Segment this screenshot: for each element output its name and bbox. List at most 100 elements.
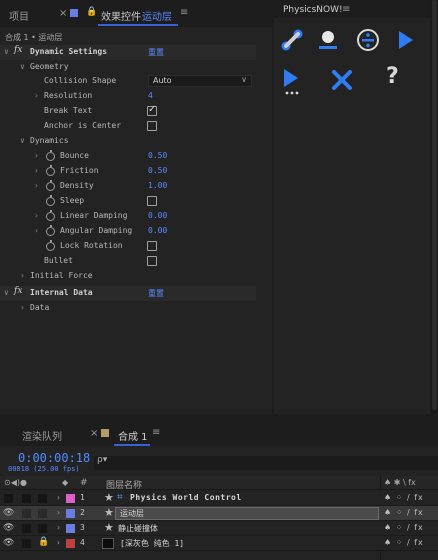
- eye-icon[interactable]: 👁: [3, 523, 14, 533]
- layer-row-2[interactable]: 👁 › 2 ★ 运动层 ♠ ⁘ / fx: [0, 506, 438, 521]
- audio-toggle[interactable]: [22, 524, 31, 533]
- stopwatch-icon[interactable]: [46, 150, 55, 161]
- layer-name-header[interactable]: 图层名称: [106, 478, 142, 491]
- lock-toggle[interactable]: [38, 509, 47, 518]
- search-icon[interactable]: ρ▾: [97, 455, 107, 465]
- lock-toggle[interactable]: [38, 524, 47, 533]
- label-color[interactable]: [66, 509, 75, 518]
- bounce-value[interactable]: 0.50: [148, 151, 167, 160]
- bullet-checkbox[interactable]: [147, 256, 157, 266]
- anchor-center-checkbox[interactable]: [147, 121, 157, 131]
- av-switches-header-icon[interactable]: ⊙◀)●: [4, 478, 27, 487]
- tab-composition[interactable]: 合成 1: [118, 428, 148, 443]
- break-text-checkbox[interactable]: [147, 104, 157, 116]
- divide-icon[interactable]: [354, 26, 382, 54]
- layer-switches[interactable]: ♠ ⁘ / fx: [384, 523, 424, 532]
- label-color[interactable]: [66, 494, 75, 503]
- layer-row-1[interactable]: › 1 ★ ⌗ Physics World Control ♠ ⁘ / fx: [0, 491, 438, 506]
- layer-switches[interactable]: ♠ ⁘ / fx: [384, 508, 424, 517]
- chevron-down-icon[interactable]: ∨: [20, 136, 25, 145]
- density-value[interactable]: 1.00: [148, 181, 167, 190]
- physicsnow-title[interactable]: PhysicsNOW!: [283, 5, 343, 15]
- chevron-right-icon[interactable]: ›: [56, 508, 61, 517]
- reset-button[interactable]: 重置: [148, 288, 164, 299]
- lock-toggle[interactable]: [38, 494, 47, 503]
- ground-icon[interactable]: [316, 26, 340, 54]
- chevron-right-icon[interactable]: ›: [20, 303, 25, 312]
- reset-button[interactable]: 重置: [148, 47, 164, 58]
- layer-name[interactable]: [深灰色 纯色 1]: [120, 538, 184, 549]
- layer-switches[interactable]: ♠ ⁘ / fx: [384, 538, 424, 547]
- sleep-checkbox[interactable]: [147, 196, 157, 206]
- label-color[interactable]: [66, 524, 75, 533]
- chevron-right-icon[interactable]: ›: [56, 523, 61, 532]
- chevron-right-icon[interactable]: ›: [34, 226, 39, 235]
- panel-menu-icon[interactable]: ≡: [152, 427, 160, 438]
- close-icon[interactable]: ×: [59, 8, 67, 19]
- initial-force-row[interactable]: › Initial Force: [0, 269, 256, 284]
- layer-row-4[interactable]: 👁 🔒 › 4 [深灰色 纯色 1] ♠ ⁘ / fx: [0, 536, 438, 551]
- lock-rotation-checkbox[interactable]: [147, 241, 157, 251]
- chevron-right-icon[interactable]: ›: [56, 493, 61, 502]
- chevron-right-icon[interactable]: ›: [20, 271, 25, 280]
- layer-name[interactable]: 运动层: [120, 508, 144, 519]
- video-toggle[interactable]: [4, 494, 13, 503]
- chevron-down-icon[interactable]: ∨: [20, 62, 25, 71]
- layer-name[interactable]: Physics World Control: [130, 493, 242, 502]
- fx-icon[interactable]: fx: [14, 286, 22, 296]
- stopwatch-icon[interactable]: [46, 180, 55, 191]
- lock-icon[interactable]: 🔒: [38, 537, 49, 547]
- chevron-right-icon[interactable]: ›: [56, 538, 61, 547]
- close-icon[interactable]: [330, 68, 354, 92]
- panel-menu-icon[interactable]: ≡: [180, 7, 188, 18]
- layer-search-input[interactable]: [94, 456, 438, 470]
- stopwatch-icon[interactable]: [46, 240, 55, 251]
- chevron-down-icon[interactable]: ∨: [4, 288, 9, 297]
- panel-menu-icon[interactable]: ≡: [342, 4, 350, 15]
- chevron-right-icon[interactable]: ›: [34, 211, 39, 220]
- geometry-group-row[interactable]: ∨ Geometry: [0, 60, 256, 75]
- dynamics-group-row[interactable]: ∨ Dynamics: [0, 134, 256, 149]
- switches-header[interactable]: ♠ ✱ \ fx: [384, 478, 416, 487]
- stopwatch-icon[interactable]: [46, 195, 55, 206]
- stopwatch-icon[interactable]: [46, 165, 55, 176]
- timecode-display[interactable]: 0:00:00:18: [18, 451, 90, 465]
- help-button[interactable]: ?: [386, 64, 399, 89]
- chevron-right-icon[interactable]: ›: [34, 181, 39, 190]
- tab-project[interactable]: 项目: [9, 8, 29, 23]
- play-more-icon[interactable]: [280, 66, 304, 96]
- layer-switches[interactable]: ♠ ⁘ / fx: [384, 493, 424, 502]
- label-header-icon[interactable]: ◆: [62, 478, 68, 487]
- number-header[interactable]: #: [80, 478, 88, 488]
- chevron-right-icon[interactable]: ›: [34, 151, 39, 160]
- link-icon[interactable]: [278, 26, 306, 54]
- panel-scrollbar[interactable]: [431, 0, 438, 414]
- audio-toggle[interactable]: [22, 509, 31, 518]
- stopwatch-icon[interactable]: [46, 210, 55, 221]
- layer-name[interactable]: 静止碰撞体: [118, 523, 158, 534]
- internal-data-row[interactable]: ∨ fx Internal Data 重置: [0, 286, 256, 301]
- label-color[interactable]: [66, 539, 75, 548]
- friction-value[interactable]: 0.50: [148, 166, 167, 175]
- eye-icon[interactable]: 👁: [3, 538, 14, 548]
- audio-toggle[interactable]: [22, 539, 31, 548]
- scrollbar-thumb[interactable]: [432, 0, 437, 410]
- chevron-down-icon[interactable]: ∨: [4, 47, 9, 56]
- eye-icon[interactable]: 👁: [3, 508, 14, 518]
- tab-effect-controls[interactable]: 效果控件: [101, 8, 141, 23]
- stopwatch-icon[interactable]: [46, 225, 55, 236]
- layer-row-3[interactable]: 👁 › 3 ★ 静止碰撞体 ♠ ⁘ / fx: [0, 521, 438, 536]
- layer-name-editbox[interactable]: [115, 507, 379, 520]
- tab-layer-name[interactable]: 运动层: [142, 8, 172, 23]
- data-row[interactable]: › Data: [0, 301, 256, 316]
- play-icon[interactable]: [396, 28, 416, 52]
- audio-toggle[interactable]: [22, 494, 31, 503]
- close-icon[interactable]: ×: [90, 428, 98, 439]
- resolution-value[interactable]: 4: [148, 91, 153, 100]
- chevron-right-icon[interactable]: ›: [34, 91, 39, 100]
- chevron-right-icon[interactable]: ›: [34, 166, 39, 175]
- fx-icon[interactable]: fx: [14, 45, 22, 55]
- dynamic-settings-row[interactable]: ∨ fx Dynamic Settings 重置: [0, 45, 256, 60]
- collision-shape-dropdown[interactable]: Auto ∨: [148, 75, 252, 87]
- linear-damping-value[interactable]: 0.00: [148, 211, 167, 220]
